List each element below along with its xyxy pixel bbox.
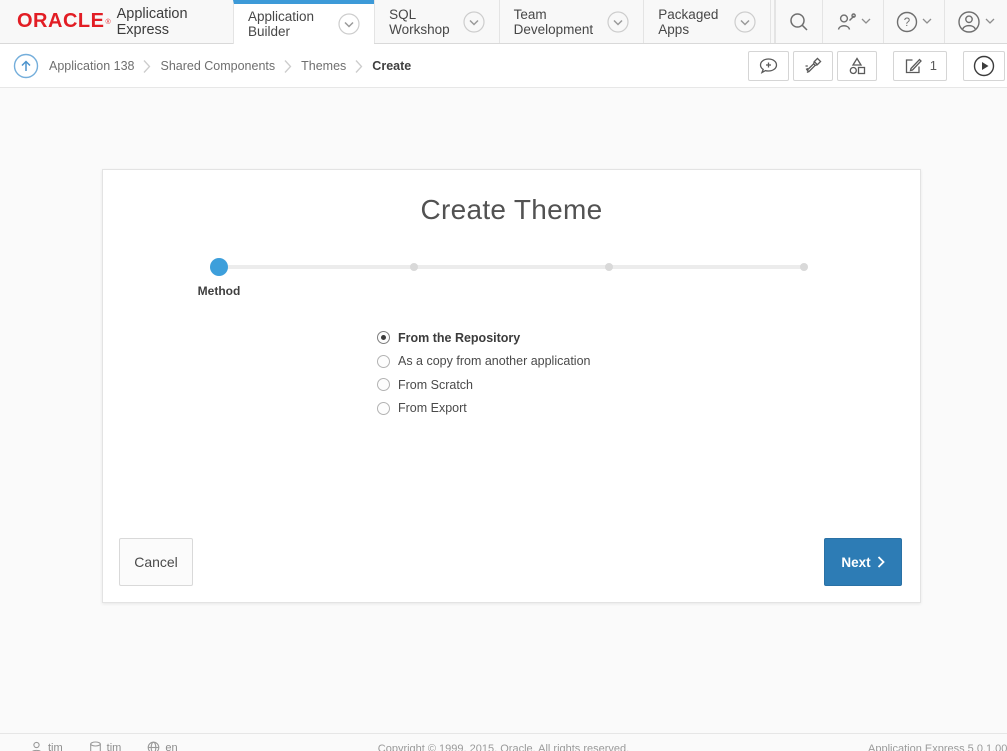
tab-label: Team Development	[514, 7, 600, 37]
step-method-dot	[210, 258, 228, 276]
radio-label: From the Repository	[398, 331, 520, 345]
breadcrumb-bar: Application 138 Shared Components Themes…	[0, 44, 1007, 88]
radio-label: From Export	[398, 401, 467, 415]
page-footer: tim tim en Copyright © 1999, 2015, Oracl…	[0, 733, 1007, 751]
svg-text:?: ?	[904, 17, 910, 29]
oracle-brand: ORACLE	[17, 10, 104, 33]
page-title: Create Theme	[103, 194, 920, 226]
radio-unselected-icon[interactable]	[377, 402, 390, 415]
breadcrumb: Application 138 Shared Components Themes…	[49, 58, 411, 74]
shapes-icon	[847, 56, 867, 76]
edit-page-icon	[903, 56, 923, 76]
tab-packaged-apps[interactable]: Packaged Apps	[643, 0, 771, 43]
edit-page-button[interactable]: 1	[893, 51, 947, 81]
chevron-right-icon	[355, 59, 363, 74]
chevron-down-circle-icon[interactable]	[734, 11, 756, 33]
user-account-menu-button[interactable]	[944, 0, 1007, 43]
radio-unselected-icon[interactable]	[377, 355, 390, 368]
flashlight-icon	[803, 56, 823, 76]
footer-copyright: Copyright © 1999, 2015, Oracle. All righ…	[0, 743, 1007, 751]
radio-label: As a copy from another application	[398, 354, 590, 368]
chevron-down-icon	[922, 18, 932, 25]
option-from-repository[interactable]: From the Repository	[377, 326, 590, 350]
footer-version: Application Express 5.0.1.00.06	[868, 743, 1007, 751]
radio-unselected-icon[interactable]	[377, 378, 390, 391]
page-number: 1	[930, 58, 937, 73]
option-copy-from-application[interactable]: As a copy from another application	[377, 350, 590, 374]
step-4-dot	[800, 263, 808, 271]
tab-label: Application Builder	[248, 9, 330, 39]
comment-plus-icon	[758, 56, 779, 76]
utilities-flashlight-button[interactable]	[793, 51, 833, 81]
tab-application-builder[interactable]: Application Builder	[233, 0, 374, 44]
tab-label: Packaged Apps	[658, 7, 726, 37]
page-toolbar: 1	[748, 51, 1005, 81]
main-tabs: Application Builder SQL Workshop Team De…	[233, 0, 771, 43]
oracle-apex-logo: ORACLE ® Application Express	[0, 0, 233, 43]
registered-mark: ®	[105, 19, 110, 26]
radio-selected-icon[interactable]	[377, 331, 390, 344]
cancel-button[interactable]: Cancel	[119, 538, 193, 586]
chevron-down-icon	[985, 18, 995, 25]
create-method-radio-group: From the Repository As a copy from anoth…	[377, 326, 590, 420]
help-menu-button[interactable]: ?	[883, 0, 944, 43]
breadcrumb-themes[interactable]: Themes	[301, 59, 346, 73]
shared-components-button[interactable]	[837, 51, 877, 81]
stepper-track	[219, 265, 804, 269]
chevron-down-circle-icon[interactable]	[463, 11, 485, 33]
admin-wrench-user-icon	[835, 11, 857, 33]
breadcrumb-shared-components[interactable]: Shared Components	[160, 59, 275, 73]
up-level-button[interactable]	[13, 53, 39, 79]
tab-label: SQL Workshop	[389, 7, 455, 37]
tab-team-development[interactable]: Team Development	[499, 0, 644, 43]
feedback-button[interactable]	[748, 51, 789, 81]
chevron-right-icon	[877, 556, 885, 568]
product-name: Application Express	[117, 6, 213, 38]
search-button[interactable]	[775, 0, 822, 43]
search-icon	[788, 11, 810, 33]
run-page-button[interactable]	[963, 51, 1005, 81]
chevron-right-icon	[143, 59, 151, 74]
apex-page: ORACLE ® Application Express Application…	[0, 0, 1007, 751]
wizard-progress-stepper: Method	[219, 258, 804, 276]
breadcrumb-create: Create	[372, 59, 411, 73]
chevron-right-icon	[284, 59, 292, 74]
next-button-label: Next	[841, 555, 870, 570]
breadcrumb-application[interactable]: Application 138	[49, 59, 134, 73]
chevron-down-circle-icon[interactable]	[607, 11, 629, 33]
run-icon	[973, 55, 995, 77]
administration-menu-button[interactable]	[822, 0, 883, 43]
step-method-label: Method	[198, 284, 241, 298]
top-navigation-bar: ORACLE ® Application Express Application…	[0, 0, 1007, 44]
next-button[interactable]: Next	[824, 538, 902, 586]
topbar-actions: ?	[775, 0, 1007, 43]
step-3-dot	[605, 263, 613, 271]
option-from-export[interactable]: From Export	[377, 397, 590, 421]
option-from-scratch[interactable]: From Scratch	[377, 373, 590, 397]
chevron-down-circle-icon[interactable]	[338, 13, 360, 35]
tab-sql-workshop[interactable]: SQL Workshop	[374, 0, 499, 43]
user-icon	[957, 10, 981, 34]
radio-label: From Scratch	[398, 378, 473, 392]
chevron-down-icon	[861, 18, 871, 25]
step-2-dot	[410, 263, 418, 271]
help-icon: ?	[896, 11, 918, 33]
create-theme-wizard-card: Create Theme Method From the Repository …	[102, 169, 921, 603]
